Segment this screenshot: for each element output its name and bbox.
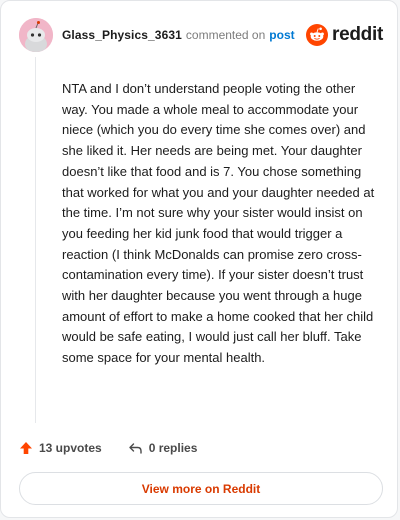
commented-on-text: commented on — [185, 28, 266, 42]
reddit-logo-icon — [306, 24, 329, 46]
upvote-button[interactable]: 13 upvotes — [19, 441, 102, 455]
upvote-arrow-icon — [20, 442, 32, 454]
comment-header: Glass_Physics_3631 commented on post red… — [19, 15, 383, 55]
avatar[interactable] — [19, 18, 53, 52]
view-more-button[interactable]: View more on Reddit — [19, 472, 383, 505]
reddit-brand[interactable]: reddit — [306, 24, 383, 46]
username[interactable]: Glass_Physics_3631 — [62, 28, 182, 42]
comment-card: Glass_Physics_3631 commented on post red… — [0, 0, 398, 518]
upvote-count: 13 upvotes — [39, 441, 102, 455]
avatar-snoo-icon — [19, 18, 53, 52]
comment-actions: 13 upvotes 0 replies — [19, 438, 197, 458]
reddit-wordmark: reddit — [332, 24, 383, 45]
post-link[interactable]: post — [269, 28, 294, 42]
reply-count: 0 replies — [148, 441, 198, 455]
replies-button[interactable]: 0 replies — [128, 441, 198, 455]
thread-line — [35, 57, 36, 423]
reply-arrow-icon — [129, 443, 142, 454]
comment-body: NTA and I don’t understand people voting… — [62, 81, 375, 366]
